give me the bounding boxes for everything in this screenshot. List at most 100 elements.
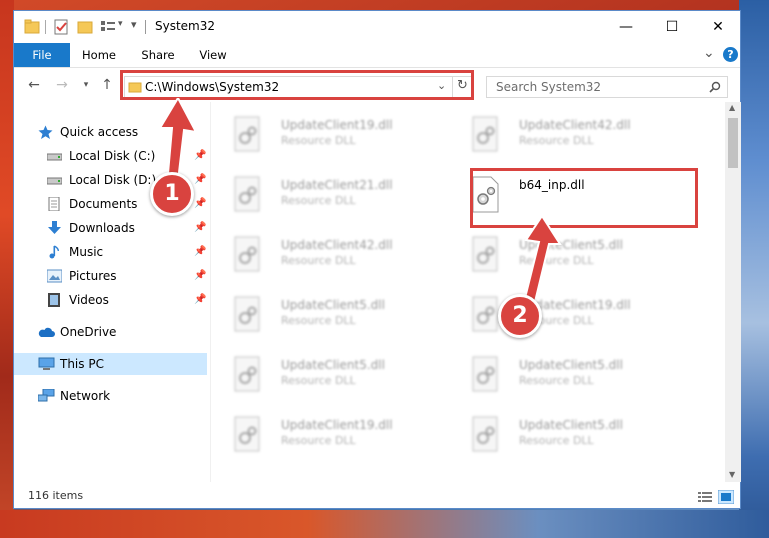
- file-name: UpdateClient42.dll: [519, 118, 631, 132]
- desktop-wallpaper-left: [0, 0, 14, 538]
- computer-icon: [38, 357, 55, 370]
- tab-view[interactable]: View: [194, 43, 232, 67]
- dll-file-icon: [472, 296, 498, 332]
- new-folder-icon[interactable]: [77, 18, 93, 36]
- scroll-up-icon[interactable]: ▲: [729, 103, 735, 112]
- nav-item-this-pc[interactable]: This PC: [14, 353, 207, 375]
- pictures-icon: [47, 269, 62, 283]
- ribbon-expand-icon[interactable]: ⌄: [703, 45, 715, 61]
- window-title: System32: [155, 19, 216, 33]
- nav-item-pictures[interactable]: Pictures 📌: [14, 265, 210, 287]
- desktop-wallpaper-bottom: [0, 510, 769, 538]
- network-icon: [38, 389, 55, 402]
- nav-item-onedrive[interactable]: OneDrive: [14, 321, 210, 343]
- ribbon-tabs: File Home Share View ⌄ ?: [14, 43, 740, 68]
- pin-icon[interactable]: 📌: [194, 217, 206, 239]
- pin-icon[interactable]: 📌: [194, 289, 206, 311]
- search-icon[interactable]: [709, 81, 721, 93]
- dll-file-icon: [234, 236, 260, 272]
- list-item[interactable]: UpdateClient5.dll Resource DLL: [211, 348, 439, 398]
- dll-file-icon: [472, 236, 498, 272]
- list-item[interactable]: UpdateClient5.dll Resource DLL: [449, 408, 677, 458]
- properties-icon[interactable]: [53, 18, 69, 36]
- file-type: Resource DLL: [281, 194, 356, 207]
- file-type: Resource DLL: [281, 434, 356, 447]
- drive-icon: [47, 153, 62, 161]
- documents-icon: [48, 197, 60, 211]
- search-placeholder: Search System32: [496, 80, 602, 94]
- file-type: Resource DLL: [281, 314, 356, 327]
- file-type: Resource DLL: [281, 254, 356, 267]
- file-type: Resource DLL: [281, 134, 356, 147]
- file-name: UpdateClient5.dll: [281, 358, 385, 372]
- title-separator: [145, 20, 146, 34]
- address-bar-highlight: [120, 70, 474, 100]
- list-item[interactable]: UpdateClient19.dll Resource DLL: [211, 108, 439, 158]
- cloud-icon: [38, 327, 55, 337]
- file-list: UpdateClient19.dll Resource DLL UpdateCl…: [211, 102, 725, 482]
- tab-home[interactable]: Home: [78, 43, 120, 67]
- scroll-thumb[interactable]: [728, 118, 738, 168]
- help-icon[interactable]: ?: [723, 47, 738, 62]
- details-view-icon[interactable]: [698, 491, 712, 503]
- tiles-view-icon[interactable]: [718, 490, 734, 504]
- nav-item-videos[interactable]: Videos 📌: [14, 289, 210, 311]
- list-item[interactable]: UpdateClient19.dll Resource DLL: [211, 408, 439, 458]
- nav-item-downloads[interactable]: Downloads 📌: [14, 217, 210, 239]
- list-item[interactable]: UpdateClient42.dll Resource DLL: [211, 228, 439, 278]
- file-name: UpdateClient19.dll: [281, 118, 393, 132]
- maximize-button[interactable]: ☐: [649, 11, 695, 43]
- step-1-badge: 1: [150, 172, 194, 216]
- dll-file-icon: [472, 356, 498, 392]
- list-item[interactable]: UpdateClient42.dll Resource DLL: [449, 108, 677, 158]
- file-type: Resource DLL: [281, 374, 356, 387]
- drive-icon: [47, 177, 62, 185]
- file-name: UpdateClient42.dll: [281, 238, 393, 252]
- list-item[interactable]: UpdateClient21.dll Resource DLL: [211, 168, 439, 218]
- videos-icon: [48, 293, 60, 307]
- forward-arrow-icon[interactable]: →: [53, 76, 71, 94]
- up-arrow-icon[interactable]: ↑: [98, 76, 116, 94]
- qa-separator: [45, 20, 46, 34]
- recent-dropdown-icon[interactable]: ▾: [77, 76, 95, 94]
- music-icon: [49, 245, 59, 259]
- vertical-scrollbar[interactable]: ▲ ▼: [725, 102, 741, 482]
- pin-icon[interactable]: 📌: [194, 265, 206, 287]
- pin-icon[interactable]: 📌: [194, 241, 206, 263]
- file-name: UpdateClient21.dll: [281, 178, 393, 192]
- dll-file-icon: [234, 296, 260, 332]
- minimize-button[interactable]: —: [603, 11, 649, 43]
- dll-file-icon: [234, 176, 260, 212]
- dll-file-icon: [472, 116, 498, 152]
- step-2-badge: 2: [498, 294, 542, 338]
- tab-file[interactable]: File: [14, 43, 70, 67]
- nav-item-network[interactable]: Network: [14, 385, 210, 407]
- customize-toolbar-icon[interactable]: ▾: [131, 18, 137, 31]
- tab-share[interactable]: Share: [136, 43, 180, 67]
- qa-chevron-icon[interactable]: ▾: [118, 19, 123, 29]
- file-type: Resource DLL: [519, 374, 594, 387]
- star-icon: [38, 125, 53, 139]
- file-type: Resource DLL: [519, 134, 594, 147]
- view-options-icon[interactable]: [100, 18, 116, 36]
- list-item[interactable]: UpdateClient5.dll Resource DLL: [449, 348, 677, 398]
- search-input[interactable]: Search System32: [486, 76, 728, 98]
- desktop-wallpaper-right: [739, 0, 769, 538]
- dll-file-icon: [472, 416, 498, 452]
- dll-file-icon: [234, 416, 260, 452]
- item-count: 116 items: [28, 489, 84, 502]
- nav-item-music[interactable]: Music 📌: [14, 241, 210, 263]
- status-bar: 116 items: [14, 486, 740, 508]
- file-highlight: [470, 168, 698, 228]
- scroll-down-icon[interactable]: ▼: [729, 470, 735, 479]
- list-item[interactable]: UpdateClient5.dll Resource DLL: [211, 288, 439, 338]
- file-name: UpdateClient5.dll: [519, 358, 623, 372]
- dll-file-icon: [234, 356, 260, 392]
- back-arrow-icon[interactable]: ←: [25, 76, 43, 94]
- folder-icon: [24, 19, 40, 34]
- close-button[interactable]: ✕: [695, 11, 741, 43]
- title-bar: ▾ ▾ System32 — ☐ ✕: [14, 11, 740, 43]
- download-icon: [48, 221, 61, 234]
- file-type: Resource DLL: [519, 434, 594, 447]
- file-name: UpdateClient19.dll: [281, 418, 393, 432]
